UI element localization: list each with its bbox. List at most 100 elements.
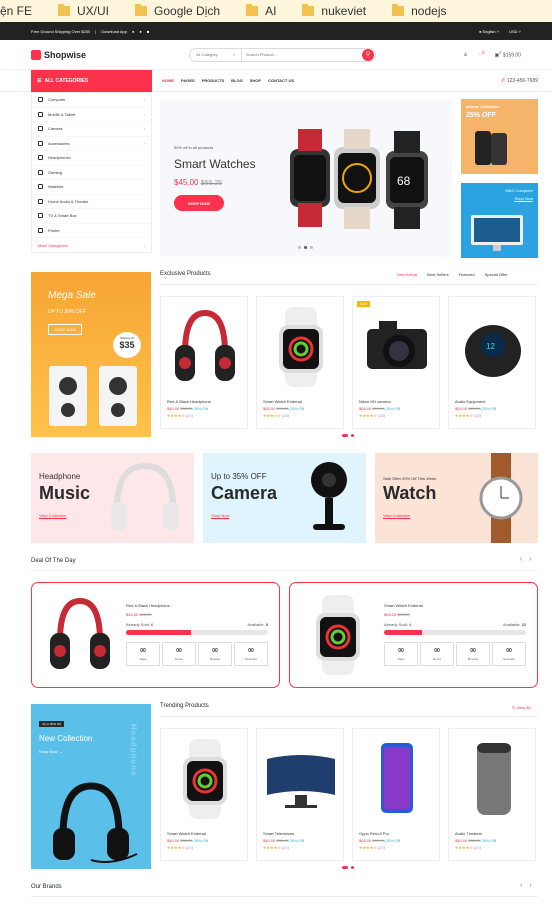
android-icon[interactable]: ● <box>139 29 141 34</box>
mega-shop-now-button[interactable]: SHOP NOW <box>48 324 83 335</box>
chevron-right-icon[interactable]: › <box>529 556 531 563</box>
nav-contact[interactable]: CONTACT US <box>268 78 294 83</box>
product-name[interactable]: Audio Theaters <box>455 831 482 836</box>
search-category-select[interactable]: All Category ˅ <box>190 48 242 61</box>
view-all-link[interactable]: ↻ View All <box>512 705 530 710</box>
category-item[interactable]: Mobile & Tablet › <box>32 108 151 122</box>
tab-featured[interactable]: Featured <box>459 272 475 277</box>
product-image[interactable] <box>455 739 531 819</box>
deal-card[interactable]: Smart Watch External $55.00 $95.00 Alrea… <box>289 582 538 688</box>
deal-product-name[interactable]: Red & Black Headphone <box>126 603 170 608</box>
product-card[interactable]: 12 Audio Equipment $69.00 $89.00 25% Off… <box>448 296 536 429</box>
product-name[interactable]: Smart Televisions <box>263 831 294 836</box>
product-name[interactable]: Red & Black Headphone <box>167 399 211 404</box>
tab-special-offer[interactable]: Special Offer <box>485 272 508 277</box>
slide-dot[interactable] <box>304 246 307 249</box>
slide-dot[interactable] <box>310 246 313 249</box>
shop-now-button[interactable]: SHOP NOW <box>174 195 224 211</box>
chevron-left-icon[interactable]: ‹ <box>520 882 522 889</box>
chevron-right-icon: › <box>143 126 145 132</box>
more-categories-link[interactable]: More Categories › <box>32 238 151 252</box>
product-image[interactable] <box>263 307 339 387</box>
bookmark[interactable]: nodejs <box>392 4 447 18</box>
all-categories-button[interactable]: ☰ ALL CATEGORIES <box>31 69 152 92</box>
download-app-link[interactable]: Download App <box>101 29 127 34</box>
chevron-right-icon[interactable]: › <box>529 882 531 889</box>
nav-shop[interactable]: SHOP <box>250 78 261 83</box>
iphone-banner[interactable]: Iphone Collection 25% OFF <box>461 99 538 174</box>
camera-banner[interactable]: Up to 35% OFF Camera Shop Now <box>203 453 366 543</box>
product-name[interactable]: Smart Watch External <box>263 399 302 404</box>
slide-dot[interactable] <box>298 246 301 249</box>
nav-pages[interactable]: PAGES <box>181 78 195 83</box>
product-name[interactable]: Audio Equipment <box>455 399 485 404</box>
product-card[interactable]: Audio Theaters $45.00 $55.25 35% Off ★★★… <box>448 728 536 861</box>
search-button[interactable]: ⚲ <box>362 48 374 61</box>
search-input[interactable] <box>242 48 362 61</box>
product-card[interactable]: NEW Nikon HD camera $68.00 $99.00 20% Of… <box>352 296 440 429</box>
cart-button[interactable]: ▣2 $159.00 <box>494 50 521 59</box>
slide-dot[interactable] <box>351 434 354 437</box>
bookmark[interactable]: ện FE <box>0 4 32 18</box>
product-name[interactable]: Oppo Reno3 Pro <box>359 831 389 836</box>
product-card[interactable]: Red & Black Headphone $45.00 $55.25 35% … <box>160 296 248 429</box>
music-banner[interactable]: Headphone Music View Collection <box>31 453 194 543</box>
category-item[interactable]: Printer <box>32 224 151 238</box>
chevron-left-icon[interactable]: ‹ <box>520 556 522 563</box>
product-image[interactable]: 12 <box>455 307 531 387</box>
product-name[interactable]: Nikon HD camera <box>359 399 391 404</box>
deal-card[interactable]: Red & Black Headphone $45.00 $55.25 Alre… <box>31 582 280 688</box>
mac-banner-link[interactable]: Shop Now <box>466 196 533 201</box>
deal-product-image[interactable] <box>300 595 376 675</box>
mac-banner[interactable]: MAC Computer Shop Now <box>461 183 538 258</box>
product-name[interactable]: Smart Watch External <box>167 831 206 836</box>
nav-home[interactable]: HOME <box>162 78 174 83</box>
nav-blog[interactable]: BLOG <box>231 78 243 83</box>
nav-products[interactable]: PRODUCTS <box>202 78 224 83</box>
category-item[interactable]: Headphones <box>32 151 151 166</box>
new-collection-banner[interactable]: Up to 50% Off New Collection Shop Now → … <box>31 704 151 869</box>
bookmark[interactable]: UX/UI <box>58 4 109 18</box>
category-item[interactable]: Home Audio & Theater <box>32 195 151 209</box>
category-item[interactable]: Gaming <box>32 166 151 180</box>
user-icon[interactable]: ♙ <box>463 52 467 58</box>
tab-new-arrival[interactable]: New Arrival <box>397 272 417 277</box>
slide-dot[interactable] <box>342 434 348 437</box>
wishlist-icon[interactable]: ♡0 <box>478 50 485 59</box>
bookmark[interactable]: nukeviet <box>302 4 366 18</box>
phone-number[interactable]: ✆ 123-456-7689 <box>501 78 538 84</box>
product-card[interactable]: Oppo Reno3 Pro $68.00 $99.00 20% Off ★★★… <box>352 728 440 861</box>
product-card[interactable]: Smart Watch External $45.00 $55.25 35% O… <box>160 728 248 861</box>
currency-select[interactable]: USD ˅ <box>509 29 521 34</box>
old-price: $99.00 <box>372 406 385 411</box>
product-image[interactable] <box>359 307 435 387</box>
product-card[interactable]: Smart Televisions $45.00 $55.25 35% Off … <box>256 728 344 861</box>
bookmark[interactable]: Google Dịch <box>135 4 220 18</box>
category-item[interactable]: Camera › <box>32 122 151 137</box>
product-image[interactable] <box>167 739 243 819</box>
category-item[interactable]: Watches <box>32 180 151 195</box>
windows-icon[interactable]: ■ <box>147 29 149 34</box>
watch-banner[interactable]: Sale Offer 20% Off This Week Watch View … <box>375 453 538 543</box>
product-image[interactable] <box>167 307 243 387</box>
tab-best-sellers[interactable]: Best Sellers <box>427 272 448 277</box>
deal-product-name[interactable]: Smart Watch External <box>384 603 423 608</box>
logo[interactable]: Shopwise <box>31 49 189 60</box>
category-item[interactable]: TV & Smart Box <box>32 209 151 224</box>
bookmark[interactable]: AI <box>246 4 276 18</box>
product-image[interactable] <box>263 739 339 819</box>
apple-icon[interactable]: ● <box>132 29 134 34</box>
mega-sale-banner[interactable]: Mega Sale UP TO 30% OFF SHOP NOW Startin… <box>31 272 151 437</box>
deal-product-image[interactable] <box>42 595 118 675</box>
watch-banner-link[interactable]: View Collection <box>383 513 410 518</box>
music-banner-link[interactable]: View Collection <box>39 513 66 518</box>
camera-banner-link[interactable]: Shop Now <box>211 513 229 518</box>
category-item[interactable]: Computer › <box>32 93 151 108</box>
new-collection-link[interactable]: Shop Now → <box>39 749 63 754</box>
slide-dot[interactable] <box>351 866 354 869</box>
product-card[interactable]: Smart Watch External $55.00 $95.00 25% O… <box>256 296 344 429</box>
category-item[interactable]: Accessories › <box>32 137 151 151</box>
slide-dot[interactable] <box>342 866 348 869</box>
language-select[interactable]: ● English ˅ <box>479 29 499 34</box>
product-image[interactable] <box>359 739 435 819</box>
